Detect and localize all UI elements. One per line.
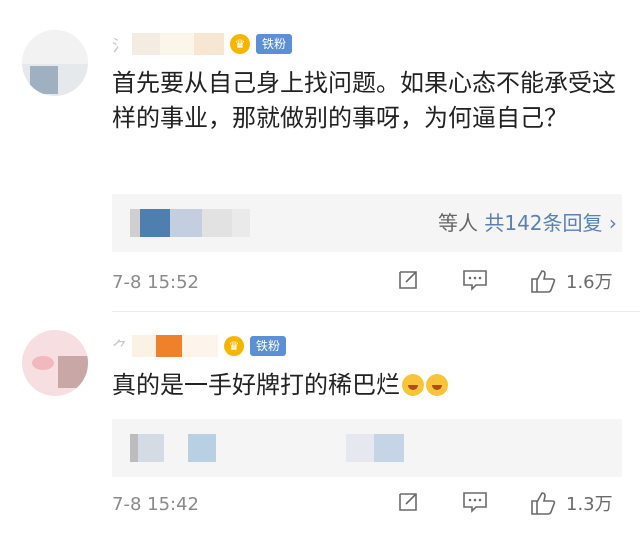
like-button[interactable]: 1.6万: [530, 268, 613, 294]
timestamp: 7-8 15:52: [112, 272, 199, 293]
username-redacted: 氵: [112, 36, 129, 55]
forward-icon: [399, 493, 417, 511]
username-mosaic: [132, 335, 218, 357]
forward-button[interactable]: [396, 490, 420, 514]
fan-badge: 铁粉: [256, 34, 293, 54]
replies-preview[interactable]: [112, 419, 622, 477]
crown-icon: ♛: [224, 336, 244, 356]
chevron-right-icon: ›: [608, 211, 617, 235]
thumbs-up-icon: [531, 492, 556, 515]
timestamp: 7-8 15:42: [112, 494, 199, 515]
forward-icon: [399, 271, 417, 289]
like-count: 1.6万: [566, 272, 613, 293]
thumbs-up-icon: [531, 270, 556, 293]
comment-icon: [463, 270, 487, 291]
replies-preview[interactable]: 等人 共142条回复 ›: [112, 194, 622, 252]
view-replies-link[interactable]: 等人 共142条回复 ›: [438, 209, 617, 237]
reply-users-mosaic: [130, 209, 250, 237]
fan-badge: 铁粉: [250, 336, 287, 356]
comment-text: 真的是一手好牌打的稀巴烂: [112, 368, 622, 403]
like-button[interactable]: 1.3万: [530, 490, 613, 516]
reply-users-suffix: 等人: [438, 211, 478, 235]
comment-button[interactable]: [462, 268, 488, 292]
reply-count-label: 共142条回复: [484, 211, 603, 235]
username-redacted: ⺈: [112, 338, 129, 357]
comment-text-body: 真的是一手好牌打的稀巴烂: [112, 371, 400, 399]
forward-button[interactable]: [396, 268, 420, 292]
comment-item: 氵 ♛ 铁粉 首先要从自己身上找问题。如果心态不能承受这样的事业，那就做别的事呀…: [0, 0, 640, 312]
reply-users-mosaic: [130, 434, 410, 462]
username-row[interactable]: 氵 ♛ 铁粉: [112, 31, 293, 57]
username-mosaic: [132, 33, 224, 55]
comment-icon: [463, 492, 487, 513]
comment-item: ⺈ ♛ 铁粉 真的是一手好牌打的稀巴烂 7-8 15:42 1.3万: [0, 312, 640, 539]
avatar[interactable]: [22, 30, 88, 96]
avatar[interactable]: [22, 330, 88, 396]
laughing-emoji: [426, 374, 448, 396]
crown-icon: ♛: [230, 34, 250, 54]
like-count: 1.3万: [566, 494, 613, 515]
comment-button[interactable]: [462, 490, 488, 514]
laughing-emoji: [402, 374, 424, 396]
comment-text: 首先要从自己身上找问题。如果心态不能承受这样的事业，那就做别的事呀，为何逼自己？: [112, 69, 616, 132]
username-row[interactable]: ⺈ ♛ 铁粉: [112, 333, 287, 359]
